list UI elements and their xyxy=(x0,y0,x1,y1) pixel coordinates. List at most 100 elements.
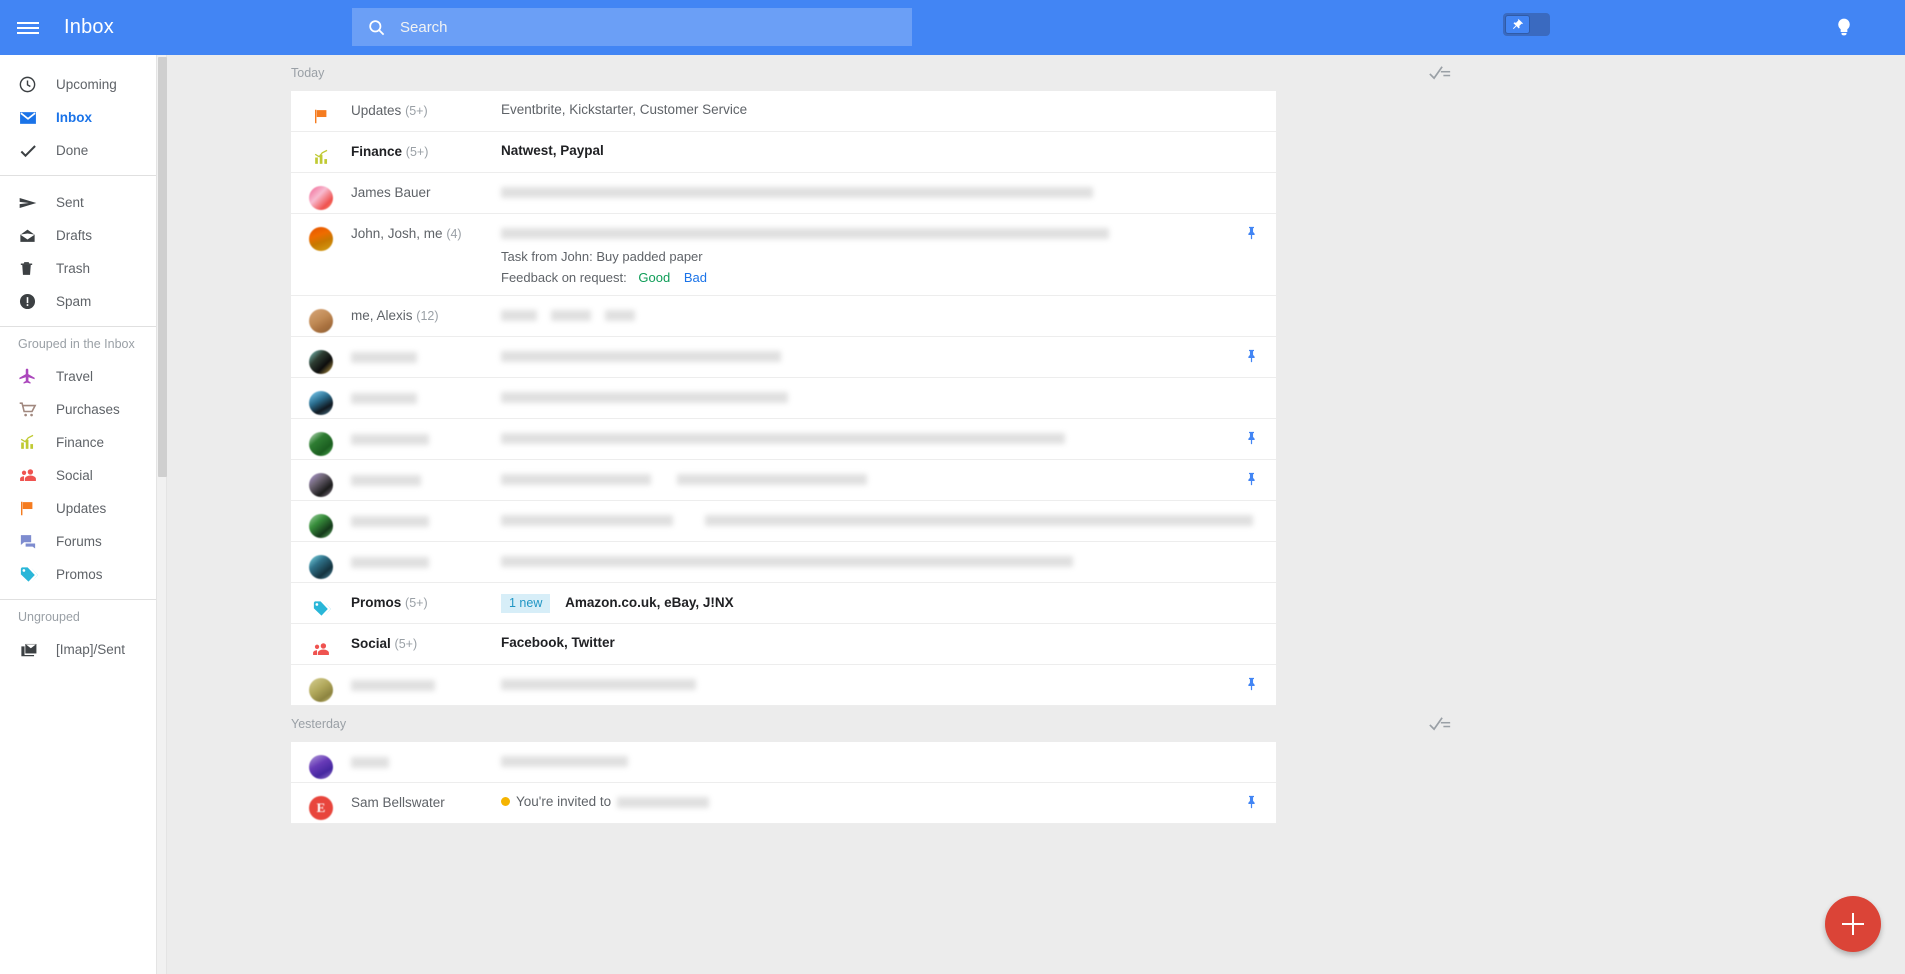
row-sender: Updates (5+) xyxy=(351,91,501,118)
table-row[interactable]: Finance (5+) Natwest, Paypal xyxy=(291,132,1276,173)
row-body: Eventbrite, Kickstarter, Customer Servic… xyxy=(501,91,1276,127)
table-row[interactable] xyxy=(291,460,1276,501)
sender-name: Finance xyxy=(351,144,403,159)
table-row[interactable]: Promos (5+) 1 new Amazon.co.uk, eBay, J!… xyxy=(291,583,1276,624)
hamburger-menu-icon[interactable] xyxy=(0,0,56,55)
airplane-icon xyxy=(18,367,48,386)
sidebar-item-spam[interactable]: Spam xyxy=(0,285,160,318)
divider xyxy=(0,599,160,600)
pin-toggle-switch[interactable] xyxy=(1503,13,1550,36)
section-header-yesterday: Yesterday xyxy=(169,706,1905,742)
table-row[interactable] xyxy=(291,665,1276,706)
redacted-snippet xyxy=(501,186,1093,198)
message-list-today: Updates (5+) Eventbrite, Kickstarter, Cu… xyxy=(291,91,1276,706)
table-row[interactable]: James Bauer xyxy=(291,173,1276,214)
table-row[interactable]: Social (5+) Facebook, Twitter xyxy=(291,624,1276,665)
sidebar-item-label: Upcoming xyxy=(56,77,117,92)
table-row[interactable]: me, Alexis (12) xyxy=(291,296,1276,337)
row-body: Natwest, Paypal xyxy=(501,132,1276,168)
spam-exclamation-icon xyxy=(18,292,48,311)
lightbulb-icon[interactable] xyxy=(1825,8,1863,46)
sidebar-item-forums[interactable]: Forums xyxy=(0,525,160,558)
people-icon xyxy=(18,466,48,485)
sidebar-item-sent[interactable]: Sent xyxy=(0,186,160,219)
sidebar-item-imap-sent[interactable]: [Imap]/Sent xyxy=(0,633,160,666)
feedback-row: Feedback on request: Good Bad xyxy=(501,270,1276,285)
message-list-yesterday: E Sam Bellswater You're invited to xyxy=(291,742,1276,824)
pin-icon[interactable] xyxy=(1244,675,1260,693)
status-badge: 1 new xyxy=(501,594,551,613)
row-body xyxy=(501,337,1276,373)
sidebar-item-travel[interactable]: Travel xyxy=(0,360,160,393)
search-bar[interactable] xyxy=(352,8,912,46)
table-row[interactable] xyxy=(291,378,1276,419)
pin-icon[interactable] xyxy=(1244,429,1260,447)
sidebar-item-label: Finance xyxy=(56,435,105,450)
sender-count: (5+) xyxy=(405,104,428,118)
feedback-bad-button[interactable]: Bad xyxy=(684,270,707,285)
table-row[interactable]: E Sam Bellswater You're invited to xyxy=(291,783,1276,824)
sender-count: (4) xyxy=(446,227,462,241)
drafts-envelope-icon xyxy=(18,226,48,245)
send-icon xyxy=(18,193,48,213)
table-row[interactable] xyxy=(291,742,1276,783)
row-snippet: You're invited to xyxy=(516,794,612,809)
top-app-bar: Inbox xyxy=(0,0,1905,55)
sidebar-item-finance[interactable]: Finance xyxy=(0,426,160,459)
sweep-check-icon[interactable] xyxy=(1427,712,1453,736)
row-sender: Finance (5+) xyxy=(351,132,501,159)
sender-name: James Bauer xyxy=(351,185,431,200)
table-row[interactable] xyxy=(291,542,1276,583)
scrollbar-thumb[interactable] xyxy=(158,57,167,477)
row-body xyxy=(501,173,1276,209)
feedback-good-button[interactable]: Good xyxy=(638,270,670,285)
sidebar-item-drafts[interactable]: Drafts xyxy=(0,219,160,252)
pin-icon[interactable] xyxy=(1244,793,1260,811)
sidebar-item-upcoming[interactable]: Upcoming xyxy=(0,68,160,101)
redacted-snippet xyxy=(501,678,696,690)
divider xyxy=(0,175,160,176)
table-row[interactable] xyxy=(291,419,1276,460)
clock-icon xyxy=(18,75,48,94)
table-row[interactable] xyxy=(291,501,1276,542)
redacted-sender xyxy=(351,474,421,486)
sidebar-item-promos[interactable]: Promos xyxy=(0,558,160,591)
redacted-sender xyxy=(351,351,417,363)
avatar xyxy=(309,473,333,497)
sidebar-item-done[interactable]: Done xyxy=(0,134,160,167)
sidebar-scrollbar[interactable] xyxy=(156,55,167,974)
sidebar-item-social[interactable]: Social xyxy=(0,459,160,492)
avatar xyxy=(309,678,333,702)
sidebar-item-inbox[interactable]: Inbox xyxy=(0,101,160,134)
avatar: E xyxy=(309,796,333,820)
sidebar-item-purchases[interactable]: Purchases xyxy=(0,393,160,426)
search-input[interactable] xyxy=(400,18,912,36)
section-title: Yesterday xyxy=(291,717,347,731)
table-row[interactable]: Updates (5+) Eventbrite, Kickstarter, Cu… xyxy=(291,91,1276,132)
sidebar-item-label: Updates xyxy=(56,501,107,516)
row-sender xyxy=(351,378,501,405)
pin-icon[interactable] xyxy=(1244,470,1260,488)
row-sender xyxy=(351,665,501,692)
table-row[interactable] xyxy=(291,337,1276,378)
feedback-label: Feedback on request: xyxy=(501,270,627,285)
section-header-today: Today xyxy=(169,55,1905,91)
pin-icon[interactable] xyxy=(1244,347,1260,365)
task-line: Task from John: Buy padded paper xyxy=(501,249,703,264)
compose-fab-button[interactable] xyxy=(1825,896,1881,952)
row-sender xyxy=(351,742,501,769)
flag-icon xyxy=(291,91,351,131)
redacted-snippet xyxy=(501,755,628,767)
pin-icon xyxy=(1505,15,1530,34)
sidebar-item-trash[interactable]: Trash xyxy=(0,252,160,285)
pin-icon[interactable] xyxy=(1244,224,1260,242)
sender-count: (12) xyxy=(416,309,439,323)
sidebar-item-label: Done xyxy=(56,143,89,158)
avatar xyxy=(309,391,333,415)
redacted-snippet xyxy=(704,514,1253,526)
sweep-check-icon[interactable] xyxy=(1427,61,1453,85)
sidebar-item-label: [Imap]/Sent xyxy=(56,642,126,657)
table-row[interactable]: John, Josh, me (4) Task from John: Buy p… xyxy=(291,214,1276,296)
sidebar-item-updates[interactable]: Updates xyxy=(0,492,160,525)
search-icon xyxy=(352,18,400,37)
